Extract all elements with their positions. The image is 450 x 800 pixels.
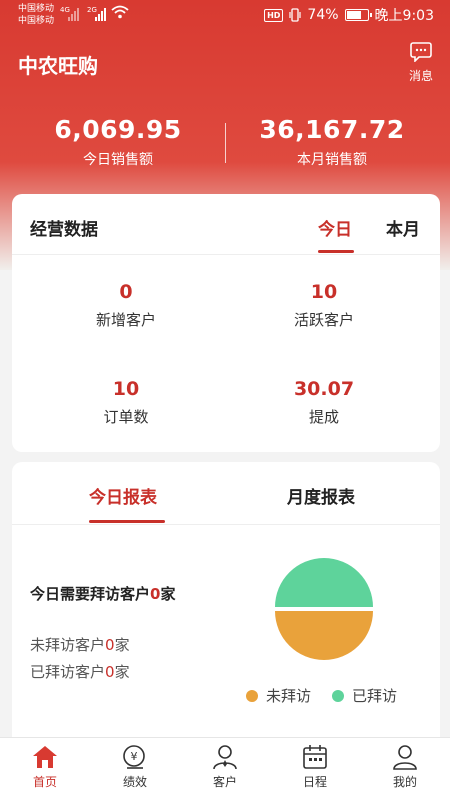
battery-icon <box>344 9 372 21</box>
visited-count: 0 <box>105 663 115 681</box>
profile-icon <box>393 745 417 770</box>
report-divider <box>12 524 440 525</box>
nav-schedule[interactable]: 日程 <box>270 744 360 790</box>
unvisited-count: 0 <box>105 636 115 654</box>
messages-button[interactable]: 消息 <box>404 42 438 84</box>
unvisited-count-line: 未拜访客户0家 <box>30 634 130 655</box>
legend-dot-unvisited <box>246 689 258 702</box>
stats-divider <box>225 123 226 163</box>
metric-label: 提成 <box>308 408 339 426</box>
report-card: 今日报表 月度报表 今日需要拜访客户0家 未拜访客户0家 已拜访客户0家 未拜访… <box>12 462 440 762</box>
visited-prefix: 已拜访客户 <box>30 663 106 681</box>
carrier-labels: 中国移动 中国移动 <box>18 3 54 27</box>
legend-label: 已拜访 <box>352 687 398 705</box>
visit-summary: 今日需要拜访客户0家 <box>30 583 175 604</box>
visited-suffix: 家 <box>114 663 130 681</box>
svg-text:¥: ¥ <box>131 750 138 763</box>
month-sales-value: 36,167.72 <box>259 115 405 144</box>
nav-label: 日程 <box>302 775 327 789</box>
unvisited-prefix: 未拜访客户 <box>30 636 106 654</box>
home-icon <box>33 746 57 768</box>
nav-label: 我的 <box>392 775 417 789</box>
legend-dot-visited <box>332 689 344 702</box>
nav-customers[interactable]: 客户 <box>180 744 270 790</box>
signal-icon <box>68 7 79 21</box>
chat-bubble-icon <box>410 42 432 63</box>
month-sales: 36,167.72 本月销售额 <box>232 115 432 169</box>
month-sales-label: 本月销售额 <box>297 152 367 168</box>
metric-label: 订单数 <box>103 408 149 426</box>
visited-count-line: 已拜访客户0家 <box>30 661 130 682</box>
metric-value: 30.07 <box>293 378 355 400</box>
vibrate-icon <box>289 8 302 22</box>
tab-today[interactable]: 今日 <box>318 215 352 240</box>
calendar-icon <box>303 745 327 769</box>
performance-coin-icon: ¥ <box>123 745 145 769</box>
visit-total: 0 <box>150 585 161 603</box>
customer-icon <box>213 745 237 770</box>
today-sales-label: 今日销售额 <box>83 152 153 168</box>
tab-daily-report[interactable]: 今日报表 <box>89 483 157 508</box>
business-data-title: 经营数据 <box>30 220 98 240</box>
metric-new-customers[interactable]: 0 新增客户 <box>26 281 226 330</box>
signal-icon-2 <box>95 7 106 21</box>
status-right: HD 74% 晚上9:03 <box>264 5 434 25</box>
legend-unvisited: 未拜访 <box>246 685 311 706</box>
visit-summary-prefix: 今日需要拜访客户 <box>30 585 151 603</box>
bottom-nav: 首页 ¥ 绩效 客户 日程 我的 <box>0 737 450 800</box>
wifi-icon <box>111 5 129 19</box>
legend-visited: 已拜访 <box>332 685 397 706</box>
clock: 晚上9:03 <box>374 8 434 24</box>
nav-performance[interactable]: ¥ 绩效 <box>90 744 180 790</box>
battery-percent: 74% <box>307 7 339 23</box>
metric-value: 10 <box>310 281 338 303</box>
nav-label: 客户 <box>212 775 237 789</box>
status-bar: 中国移动 中国移动 4G 2G HD 74% 晚上9:03 <box>0 0 450 32</box>
metric-value: 0 <box>119 281 133 303</box>
metric-commission[interactable]: 30.07 提成 <box>224 378 424 427</box>
visit-pie-chart <box>275 558 373 660</box>
pie-slice-unvisited <box>275 611 373 660</box>
nav-label: 首页 <box>32 775 57 789</box>
nav-profile[interactable]: 我的 <box>360 744 450 790</box>
business-data-card: 经营数据 今日 本月 0 新增客户 10 活跃客户 10 订单数 30.07 提… <box>12 194 440 452</box>
visit-summary-suffix: 家 <box>160 585 176 603</box>
card-divider <box>12 254 440 255</box>
unvisited-suffix: 家 <box>114 636 130 654</box>
hd-badge: HD <box>264 8 284 22</box>
today-sales: 6,069.95 今日销售额 <box>18 115 218 169</box>
tab-month[interactable]: 本月 <box>386 215 420 240</box>
carrier-1: 中国移动 <box>18 4 55 14</box>
metric-active-customers[interactable]: 10 活跃客户 <box>224 281 424 330</box>
carrier-2: 中国移动 <box>18 16 55 26</box>
app-title: 中农旺购 <box>18 54 98 78</box>
pie-slice-visited <box>275 558 373 607</box>
tab-monthly-report[interactable]: 月度报表 <box>287 483 355 508</box>
metric-label: 新增客户 <box>95 311 156 329</box>
tab-daily-report-underline <box>89 520 165 523</box>
messages-label: 消息 <box>408 69 433 83</box>
tab-today-underline <box>318 250 354 253</box>
nav-home[interactable]: 首页 <box>0 744 90 790</box>
today-sales-value: 6,069.95 <box>54 115 182 144</box>
metric-orders[interactable]: 10 订单数 <box>26 378 226 427</box>
nav-label: 绩效 <box>122 775 147 789</box>
metric-label: 活跃客户 <box>293 311 354 329</box>
legend-label: 未拜访 <box>266 687 312 705</box>
metric-value: 10 <box>112 378 140 400</box>
